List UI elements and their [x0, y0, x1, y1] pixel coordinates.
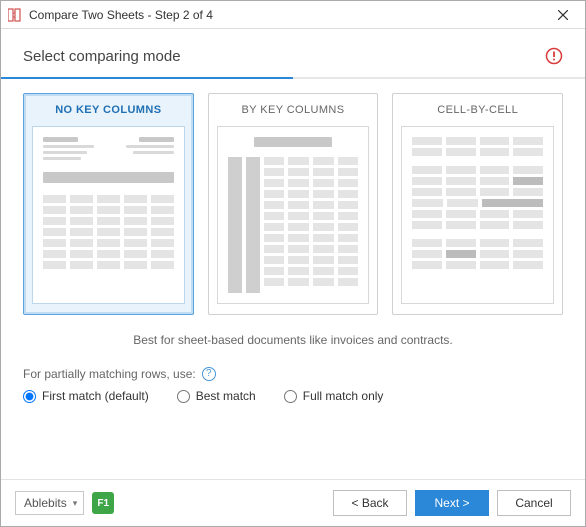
- app-icon: [7, 7, 23, 23]
- back-button-label: < Back: [351, 496, 388, 510]
- partial-match-radios: First match (default) Best match Full ma…: [1, 389, 585, 417]
- mode-thumb-no-key: [32, 126, 185, 304]
- radio-label: Best match: [196, 389, 256, 403]
- radio-best-match[interactable]: Best match: [177, 389, 256, 403]
- mode-thumb-cell-by-cell: [401, 126, 554, 304]
- help-icon[interactable]: ?: [202, 367, 216, 381]
- warning-icon[interactable]: [545, 47, 563, 65]
- mode-thumb-by-key: [217, 126, 370, 304]
- mode-card-cell-by-cell[interactable]: CELL-BY-CELL: [392, 93, 563, 315]
- radio-full-match[interactable]: Full match only: [284, 389, 384, 403]
- mode-card-title: NO KEY COLUMNS: [24, 94, 193, 124]
- close-button[interactable]: [541, 1, 585, 29]
- brand-dropdown[interactable]: Ablebits ▾: [15, 491, 84, 515]
- back-button[interactable]: < Back: [333, 490, 407, 516]
- mode-card-title: CELL-BY-CELL: [393, 94, 562, 124]
- progress-step-4: [439, 77, 585, 79]
- brand-name: Ablebits: [24, 496, 67, 510]
- chevron-down-icon: ▾: [73, 498, 78, 509]
- footer: Ablebits ▾ F1 < Back Next > Cancel: [1, 479, 585, 526]
- page-title: Select comparing mode: [23, 48, 545, 65]
- mode-card-no-key[interactable]: NO KEY COLUMNS: [23, 93, 194, 315]
- progress-step-3: [293, 77, 439, 79]
- help-f1-button[interactable]: F1: [92, 492, 114, 514]
- radio-first-match-input[interactable]: [23, 390, 36, 403]
- partial-match-label-row: For partially matching rows, use: ?: [1, 367, 585, 389]
- radio-best-match-input[interactable]: [177, 390, 190, 403]
- radio-label: Full match only: [303, 389, 384, 403]
- radio-full-match-input[interactable]: [284, 390, 297, 403]
- help-key-label: F1: [97, 498, 109, 509]
- mode-card-title: BY KEY COLUMNS: [209, 94, 378, 124]
- cancel-button-label: Cancel: [515, 496, 552, 510]
- progress-step-1: [1, 77, 147, 79]
- next-button-label: Next >: [434, 496, 469, 510]
- mode-card-by-key[interactable]: BY KEY COLUMNS: [208, 93, 379, 315]
- titlebar: Compare Two Sheets - Step 2 of 4: [1, 1, 585, 29]
- progress-step-2: [147, 77, 293, 79]
- close-icon: [558, 10, 568, 20]
- next-button[interactable]: Next >: [415, 490, 489, 516]
- radio-label: First match (default): [42, 389, 149, 403]
- radio-first-match[interactable]: First match (default): [23, 389, 149, 403]
- mode-cards: NO KEY COLUMNS: [1, 93, 585, 315]
- wizard-progress: [1, 77, 585, 79]
- window-title: Compare Two Sheets - Step 2 of 4: [29, 8, 541, 22]
- partial-match-label: For partially matching rows, use:: [23, 367, 196, 381]
- mode-description: Best for sheet-based documents like invo…: [1, 315, 585, 367]
- header: Select comparing mode: [1, 29, 585, 71]
- cancel-button[interactable]: Cancel: [497, 490, 571, 516]
